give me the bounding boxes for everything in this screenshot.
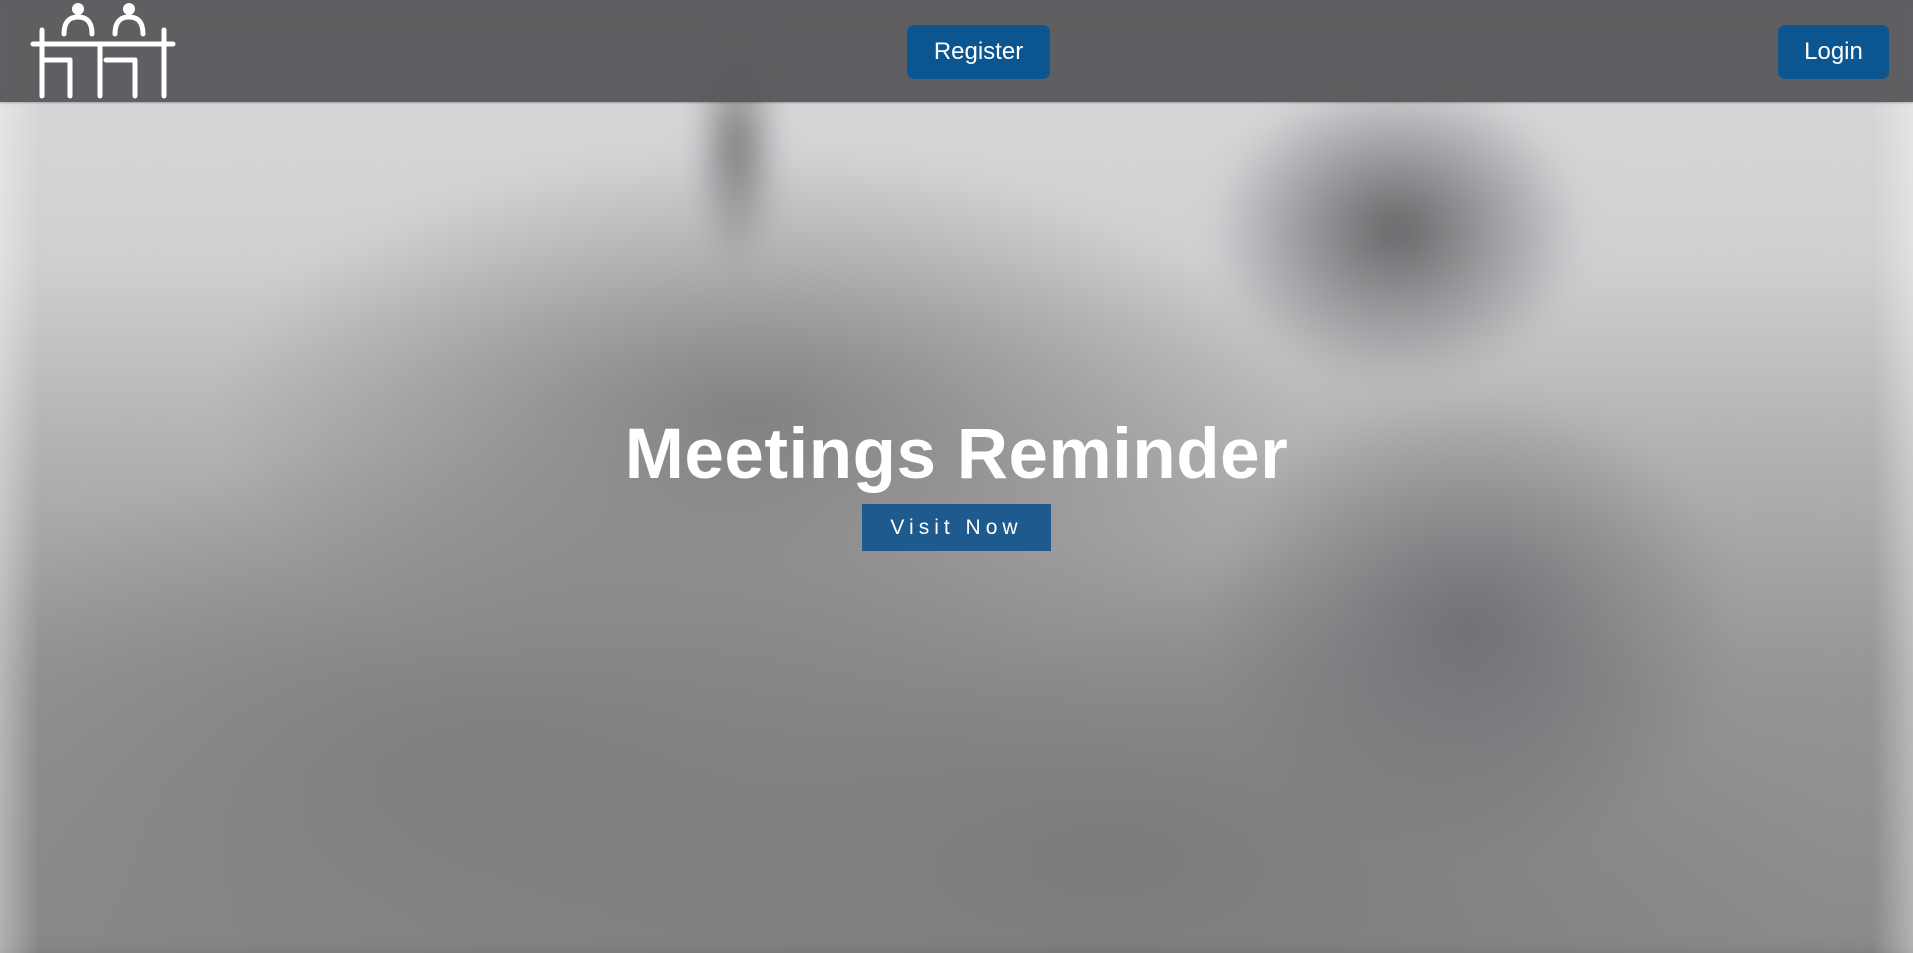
visit-now-button[interactable]: Visit Now (862, 504, 1051, 551)
login-button[interactable]: Login (1778, 25, 1889, 79)
hero-title: Meetings Reminder (624, 415, 1289, 494)
navbar: Register Login (0, 0, 1913, 102)
hero-section: Meetings Reminder Visit Now (0, 410, 1913, 551)
register-button[interactable]: Register (907, 25, 1050, 79)
page: Register Login Meetings Reminder Visit N… (0, 0, 1913, 953)
meeting-people-table-icon[interactable] (30, 0, 176, 102)
